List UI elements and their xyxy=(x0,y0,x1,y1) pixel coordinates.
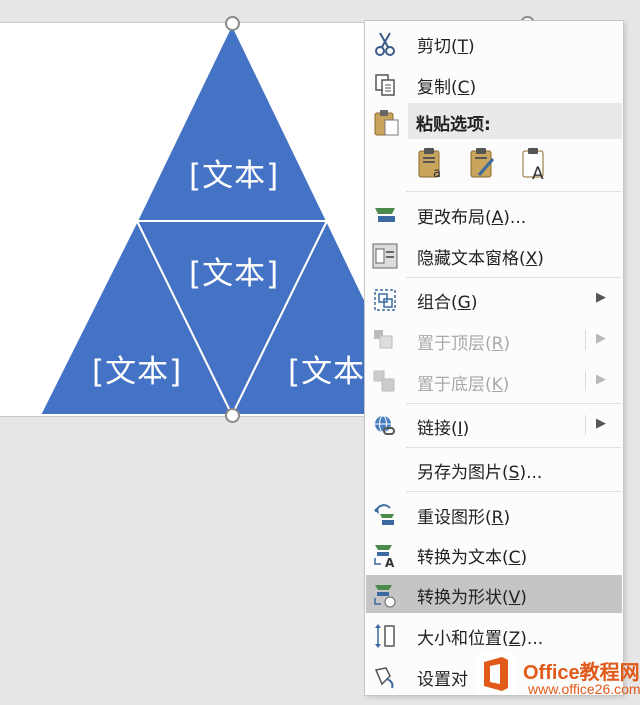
menu-item-group[interactable]: 组合(G) ▶ xyxy=(366,280,622,318)
menu-label: 置于底层(K) xyxy=(417,375,510,395)
reset-graphic-icon xyxy=(374,504,394,525)
menu-separator xyxy=(406,491,621,492)
bring-front-icon xyxy=(374,330,393,349)
triangle-top-text[interactable]: [文本] xyxy=(189,150,279,195)
menu-separator xyxy=(406,403,621,404)
svg-text:A: A xyxy=(385,556,395,568)
menu-item-save-as-picture[interactable]: 另存为图片(S)... xyxy=(366,450,622,488)
menu-item-hide-text-pane[interactable]: 隐藏文本窗格(X) xyxy=(366,236,622,274)
menu-label: 重设图形(R) xyxy=(417,508,511,528)
office-logo-icon xyxy=(476,654,516,694)
menu-item-link[interactable]: 链接(I) ▶ xyxy=(366,406,622,444)
send-back-icon xyxy=(373,370,395,392)
submenu-arrow-icon: ▶ xyxy=(596,416,606,431)
text-pane-icon xyxy=(372,243,398,269)
link-icon xyxy=(375,415,395,435)
menu-label: 大小和位置(Z)... xyxy=(417,629,544,649)
menu-label: 设置对 xyxy=(417,670,468,690)
menu-label: 复制(C) xyxy=(417,78,477,98)
menu-item-cut[interactable]: 剪切(T) xyxy=(366,24,622,62)
copy-icon xyxy=(375,74,395,96)
split-divider xyxy=(585,415,586,435)
submenu-arrow-icon: ▶ xyxy=(596,290,606,305)
split-divider xyxy=(585,371,586,391)
layout-icon xyxy=(375,208,395,222)
menu-item-convert-to-text[interactable]: A 转换为文本(C) xyxy=(366,535,622,573)
resize-handle-bottom[interactable] xyxy=(225,408,240,423)
menu-item-convert-to-shapes[interactable]: 转换为形状(V) xyxy=(366,575,622,613)
menu-label: 另存为图片(S)... xyxy=(417,463,543,483)
menu-item-reset-graphic[interactable]: 重设图形(R) xyxy=(366,495,622,533)
scissors-icon xyxy=(375,32,395,56)
menu-item-send-to-back[interactable]: 置于底层(K) ▶ xyxy=(366,362,622,400)
triangle-left-text[interactable]: [文本] xyxy=(92,346,182,391)
menu-item-change-layout[interactable]: 更改布局(A)... xyxy=(366,195,622,233)
context-menu: 剪切(T) 复制(C) 粘贴选项: a A 更改布局(A)... 隐藏文本窗格(… xyxy=(364,20,624,696)
convert-shapes-icon xyxy=(374,585,396,608)
watermark-url: www.office26.com xyxy=(528,681,640,697)
menu-label: 剪切(T) xyxy=(417,37,475,57)
paste-keep-source-icon[interactable]: a xyxy=(417,147,447,181)
menu-label: 置于顶层(R) xyxy=(417,334,511,354)
submenu-arrow-icon: ▶ xyxy=(596,372,606,387)
group-icon xyxy=(374,289,396,311)
menu-separator xyxy=(406,447,621,448)
paste-options-header: 粘贴选项: xyxy=(408,103,622,139)
menu-label: 链接(I) xyxy=(417,419,470,439)
size-position-icon xyxy=(375,624,395,648)
paste-text-only-icon[interactable]: A xyxy=(521,147,551,184)
menu-separator xyxy=(406,191,621,192)
menu-label: 更改布局(A)... xyxy=(417,208,527,228)
menu-separator xyxy=(406,277,621,278)
paste-options-label: 粘贴选项: xyxy=(416,115,491,135)
watermark: Office教程网 www.office26.com xyxy=(470,648,640,705)
menu-item-bring-to-front[interactable]: 置于顶层(R) ▶ xyxy=(366,321,622,359)
paste-merge-icon[interactable] xyxy=(469,147,499,181)
convert-text-icon: A xyxy=(374,545,395,568)
menu-item-copy[interactable]: 复制(C) xyxy=(366,65,622,103)
paste-icon xyxy=(374,110,399,136)
svg-text:A: A xyxy=(532,164,544,181)
menu-label: 隐藏文本窗格(X) xyxy=(417,249,544,269)
submenu-arrow-icon: ▶ xyxy=(596,331,606,346)
resize-handle-top[interactable] xyxy=(225,16,240,31)
format-object-icon xyxy=(374,667,394,689)
split-divider xyxy=(585,330,586,350)
menu-label: 转换为形状(V) xyxy=(417,588,527,608)
svg-text:a: a xyxy=(433,166,441,181)
triangle-middle-text[interactable]: [文本] xyxy=(189,248,279,293)
menu-label: 转换为文本(C) xyxy=(417,548,528,568)
menu-label: 组合(G) xyxy=(417,293,478,313)
